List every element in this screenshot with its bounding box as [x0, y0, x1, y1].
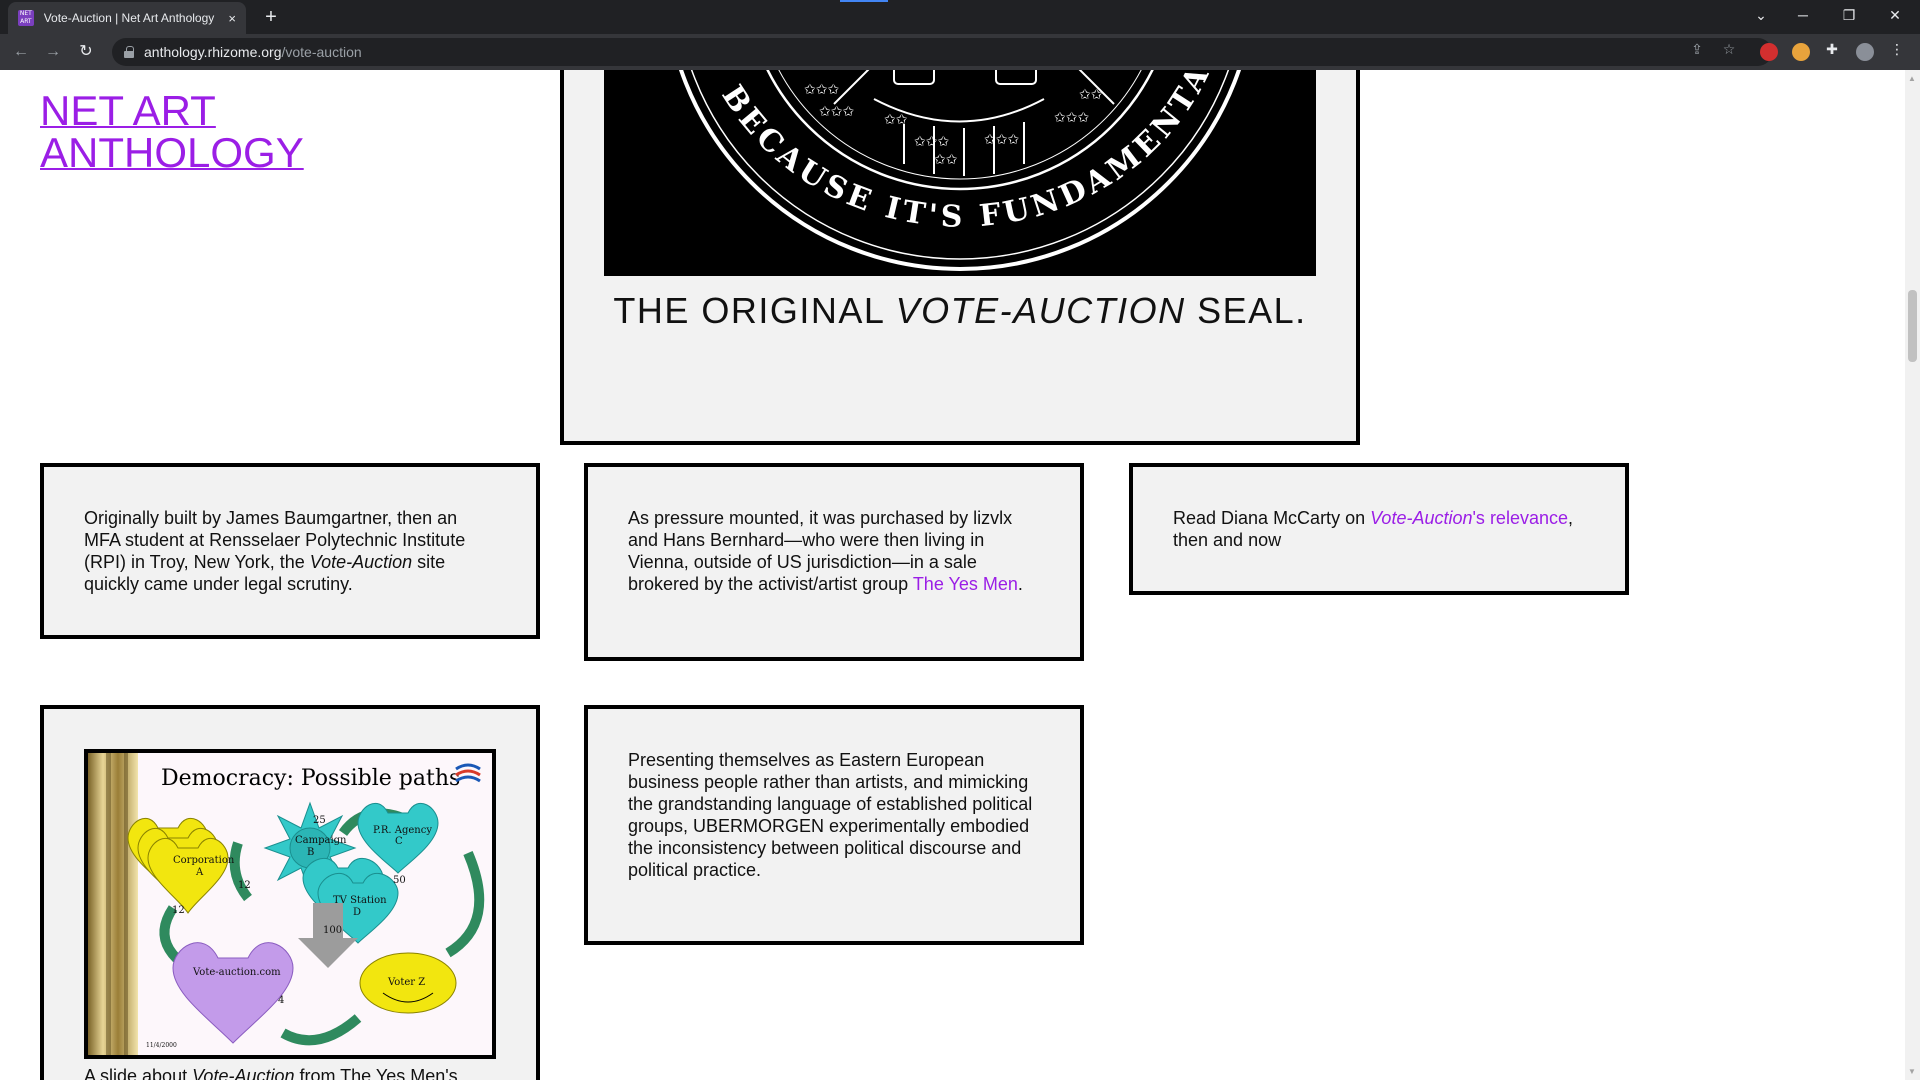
scroll-thumb[interactable]	[1908, 290, 1917, 362]
svg-text:100: 100	[323, 925, 342, 936]
svg-text:C: C	[395, 836, 403, 847]
relevance-link[interactable]: Vote-Auction's relevance	[1370, 508, 1568, 528]
card-text: Presenting themselves as Eastern Europea…	[628, 750, 1033, 880]
slide-card: Democracy: Possible paths Campaign B P.R…	[40, 705, 540, 1080]
back-arrow-icon[interactable]: ←	[10, 41, 32, 63]
svg-text:✩✩✩: ✩✩✩	[819, 104, 854, 120]
tab-title: Vote-Auction | Net Art Anthology	[43, 11, 215, 25]
browser-tab-bar: NET ART Vote-Auction | Net Art Anthology…	[0, 0, 1920, 34]
seal-card: BECAUSE IT'S FUNDAMENTAL ✩✩✩✩✩✩ ✩✩✩✩✩✩✩ …	[560, 70, 1360, 445]
svg-text:Vote-auction.com: Vote-auction.com	[192, 967, 281, 978]
slide-caption: A slide about Vote-Auction from The Yes …	[84, 1066, 458, 1080]
forward-arrow-icon[interactable]: →	[42, 41, 64, 63]
info-card-read-more: Read Diana McCarty on Vote-Auction's rel…	[1129, 463, 1629, 595]
seal-image: BECAUSE IT'S FUNDAMENTAL ✩✩✩✩✩✩ ✩✩✩✩✩✩✩ …	[604, 70, 1316, 276]
share-icon[interactable]: ⇪	[1688, 40, 1706, 58]
svg-text:Campaign: Campaign	[295, 835, 347, 846]
svg-text:4: 4	[278, 995, 284, 1006]
site-title-link[interactable]: NET ART ANTHOLOGY	[40, 90, 304, 174]
svg-text:✩✩✩: ✩✩✩	[804, 82, 839, 98]
browser-toolbar: ← → ↻ anthology.rhizome.org/vote-auction…	[0, 34, 1920, 70]
svg-text:✩✩✩: ✩✩✩	[914, 134, 949, 150]
yes-men-link[interactable]: The Yes Men	[913, 574, 1018, 594]
info-card-purchase: As pressure mounted, it was purchased by…	[584, 463, 1084, 661]
page-content: NET ART ANTHOLOGY BECAUSE IT'S FUNDAMENT…	[0, 70, 1905, 1080]
info-card-ubermorgen: Presenting themselves as Eastern Europea…	[584, 705, 1084, 945]
slide-image: Democracy: Possible paths Campaign B P.R…	[84, 749, 496, 1059]
page-scrollbar[interactable]: ▲ ▼	[1905, 70, 1920, 1080]
tab-search-icon[interactable]: ⌄	[1738, 0, 1784, 30]
info-card-origin: Originally built by James Baumgartner, t…	[40, 463, 540, 639]
extension-red-icon[interactable]	[1760, 43, 1778, 61]
reload-icon[interactable]: ↻	[75, 41, 97, 63]
svg-text:✩✩: ✩✩	[934, 152, 958, 168]
tab-close-icon[interactable]: ×	[228, 11, 236, 26]
wto-logo-icon	[455, 763, 481, 783]
extension-cookie-icon[interactable]	[1792, 43, 1810, 61]
extensions-puzzle-icon[interactable]: ✚	[1823, 40, 1841, 58]
bookmark-star-icon[interactable]: ☆	[1720, 40, 1738, 58]
svg-text:12: 12	[172, 905, 185, 916]
menu-kebab-icon[interactable]: ⋮	[1888, 40, 1906, 58]
site-title-line2: ANTHOLOGY	[40, 129, 304, 176]
scroll-up-icon[interactable]: ▲	[1908, 74, 1916, 83]
favicon-icon: NET ART	[18, 10, 34, 26]
new-tab-button[interactable]: +	[258, 4, 284, 30]
scroll-down-icon[interactable]: ▼	[1908, 1067, 1916, 1076]
url-path: /vote-auction	[281, 44, 362, 60]
svg-text:D: D	[353, 907, 361, 918]
svg-text:12: 12	[238, 880, 251, 891]
card-text: Originally built by James Baumgartner, t…	[84, 508, 466, 594]
close-window-button[interactable]: ✕	[1872, 0, 1918, 30]
profile-avatar[interactable]	[1856, 43, 1874, 61]
svg-text:BECAUSE IT'S FUNDAMENTAL: BECAUSE IT'S FUNDAMENTAL	[714, 70, 1227, 235]
svg-text:✩✩: ✩✩	[884, 112, 908, 128]
svg-text:11/4/2000: 11/4/2000	[146, 1042, 177, 1049]
svg-text:A: A	[195, 867, 204, 878]
slide-title: Democracy: Possible paths	[161, 766, 460, 791]
svg-text:Corporation: Corporation	[173, 855, 235, 866]
address-bar[interactable]: anthology.rhizome.org/vote-auction	[112, 38, 1772, 66]
svg-text:50: 50	[393, 875, 406, 886]
seal-emblem-icon: BECAUSE IT'S FUNDAMENTAL ✩✩✩✩✩✩ ✩✩✩✩✩✩✩ …	[679, 70, 1241, 271]
seal-caption: THE ORIGINAL VOTE-AUCTION SEAL.	[613, 290, 1307, 331]
card-text: As pressure mounted, it was purchased by…	[628, 508, 1023, 594]
minimize-button[interactable]: ─	[1780, 0, 1826, 30]
tab-indicator	[840, 0, 888, 2]
browser-tab[interactable]: NET ART Vote-Auction | Net Art Anthology…	[8, 2, 246, 34]
svg-text:✩✩✩: ✩✩✩	[1054, 110, 1089, 126]
svg-text:✩✩✩: ✩✩✩	[984, 132, 1019, 148]
svg-text:25: 25	[313, 815, 326, 826]
card-text: Read Diana McCarty on Vote-Auction's rel…	[1173, 508, 1573, 550]
url-host: anthology.rhizome.org	[144, 44, 282, 60]
site-title-line1: NET ART	[40, 87, 216, 134]
lock-icon	[124, 46, 134, 58]
restore-button[interactable]: ❐	[1826, 0, 1872, 30]
svg-text:Voter Z: Voter Z	[387, 977, 425, 988]
svg-text:P.R. Agency: P.R. Agency	[373, 825, 432, 836]
svg-text:✩✩: ✩✩	[1079, 87, 1103, 103]
svg-text:B: B	[307, 847, 314, 858]
